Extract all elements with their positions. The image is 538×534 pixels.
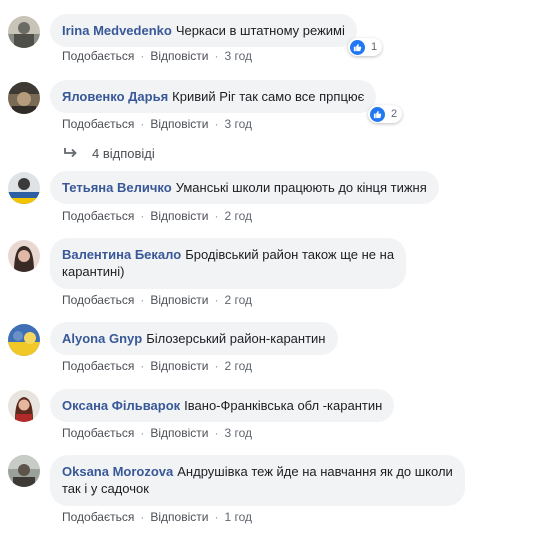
separator: · — [214, 510, 219, 524]
comment-bubble: Oksana Morozova Андрушівка теж йде на нав… — [50, 455, 465, 506]
separator: · — [140, 293, 145, 307]
comment-actions: Подобається · Відповісти · 2 год — [62, 208, 252, 224]
reaction-count[interactable]: 1 — [348, 38, 383, 56]
comment-bubble: Яловенко Дарья Кривий Ріг так само все пр… — [50, 80, 377, 113]
comment-bubble: Irina Medvedenko Черкаси в штатному режим… — [50, 14, 357, 47]
comment-author[interactable]: Яловенко Дарья — [62, 89, 168, 104]
comment-actions: Подобається · Відповісти · 3 год — [62, 425, 252, 441]
avatar[interactable] — [8, 455, 40, 487]
reaction-number: 2 — [391, 108, 398, 120]
avatar[interactable] — [8, 324, 40, 356]
comment-author[interactable]: Валентина Бекало — [62, 247, 181, 262]
comment-text: Івано-Франківська обл -карантин — [184, 398, 383, 413]
comment-text-line2: карантині) — [62, 264, 125, 279]
reply-arrow-icon — [64, 146, 78, 162]
comment-time[interactable]: 2 год — [224, 293, 252, 307]
like-link[interactable]: Подобається — [62, 426, 134, 440]
comment-author[interactable]: Оксана Фільварок — [62, 398, 180, 413]
comment-time[interactable]: 2 год — [224, 209, 252, 223]
comment-time[interactable]: 3 год — [224, 49, 252, 63]
like-link[interactable]: Подобається — [62, 209, 134, 223]
reply-link[interactable]: Відповісти — [150, 426, 208, 440]
separator: · — [140, 49, 145, 63]
comment-text: Черкаси в штатному режимі — [175, 23, 345, 38]
comment-time[interactable]: 2 год — [224, 359, 252, 373]
reply-link[interactable]: Відповісти — [150, 209, 208, 223]
comment-actions: Подобається · Відповісти · 2 год — [62, 292, 252, 308]
comment-author[interactable]: Oksana Morozova — [62, 464, 173, 479]
separator: · — [214, 49, 219, 63]
comment-actions: Подобається · Відповісти · 3 год — [62, 48, 252, 64]
avatar[interactable] — [8, 240, 40, 272]
like-icon — [350, 39, 365, 55]
reply-link[interactable]: Відповісти — [150, 510, 208, 524]
separator: · — [140, 510, 145, 524]
view-replies-link[interactable]: 4 відповіді — [64, 146, 155, 162]
avatar[interactable] — [8, 16, 40, 48]
reply-link[interactable]: Відповісти — [150, 117, 208, 131]
comment-bubble: Тетьяна Величко Уманські школи працюють д… — [50, 171, 439, 204]
comment-actions: Подобається · Відповісти · 1 год — [62, 509, 252, 525]
like-link[interactable]: Подобається — [62, 117, 134, 131]
separator: · — [214, 359, 219, 373]
reply-link[interactable]: Відповісти — [150, 293, 208, 307]
like-link[interactable]: Подобається — [62, 359, 134, 373]
like-link[interactable]: Подобається — [62, 49, 134, 63]
avatar[interactable] — [8, 172, 40, 204]
comment-text: Уманські школи працюють до кінця тижня — [175, 180, 427, 195]
like-link[interactable]: Подобається — [62, 510, 134, 524]
reaction-number: 1 — [371, 41, 378, 53]
separator: · — [140, 117, 145, 131]
separator: · — [214, 117, 219, 131]
comment-text: Кривий Ріг так само все прпцює — [172, 89, 365, 104]
comment-text: Бродівський район також ще не на — [185, 247, 395, 262]
reaction-count[interactable]: 2 — [368, 105, 403, 123]
reply-link[interactable]: Відповісти — [150, 49, 208, 63]
comment-author[interactable]: Irina Medvedenko — [62, 23, 172, 38]
comment-time[interactable]: 3 год — [224, 426, 252, 440]
comment-author[interactable]: Тетьяна Величко — [62, 180, 172, 195]
comment-actions: Подобається · Відповісти · 2 год — [62, 358, 252, 374]
like-icon — [370, 106, 385, 122]
separator: · — [214, 293, 219, 307]
comment-text: Андрушівка теж йде на навчання як до шко… — [177, 464, 453, 479]
comment-bubble: Валентина Бекало Бродівський район також … — [50, 238, 407, 289]
comment-bubble: Alyona Gnyp Білозерський район-карантин — [50, 322, 338, 355]
replies-count[interactable]: 4 відповіді — [92, 146, 155, 162]
separator: · — [140, 426, 145, 440]
reply-link[interactable]: Відповісти — [150, 359, 208, 373]
separator: · — [214, 209, 219, 223]
separator: · — [140, 209, 145, 223]
comment-text-line2: так і у садочок — [62, 481, 149, 496]
separator: · — [214, 426, 219, 440]
avatar[interactable] — [8, 390, 40, 422]
separator: · — [140, 359, 145, 373]
comment-time[interactable]: 3 год — [224, 117, 252, 131]
like-link[interactable]: Подобається — [62, 293, 134, 307]
avatar[interactable] — [8, 82, 40, 114]
comment-bubble: Оксана Фільварок Івано-Франківська обл -к… — [50, 389, 395, 422]
comment-author[interactable]: Alyona Gnyp — [62, 331, 142, 346]
comment-time[interactable]: 1 год — [224, 510, 252, 524]
comment-actions: Подобається · Відповісти · 3 год — [62, 116, 252, 132]
comment-text: Білозерський район-карантин — [146, 331, 326, 346]
